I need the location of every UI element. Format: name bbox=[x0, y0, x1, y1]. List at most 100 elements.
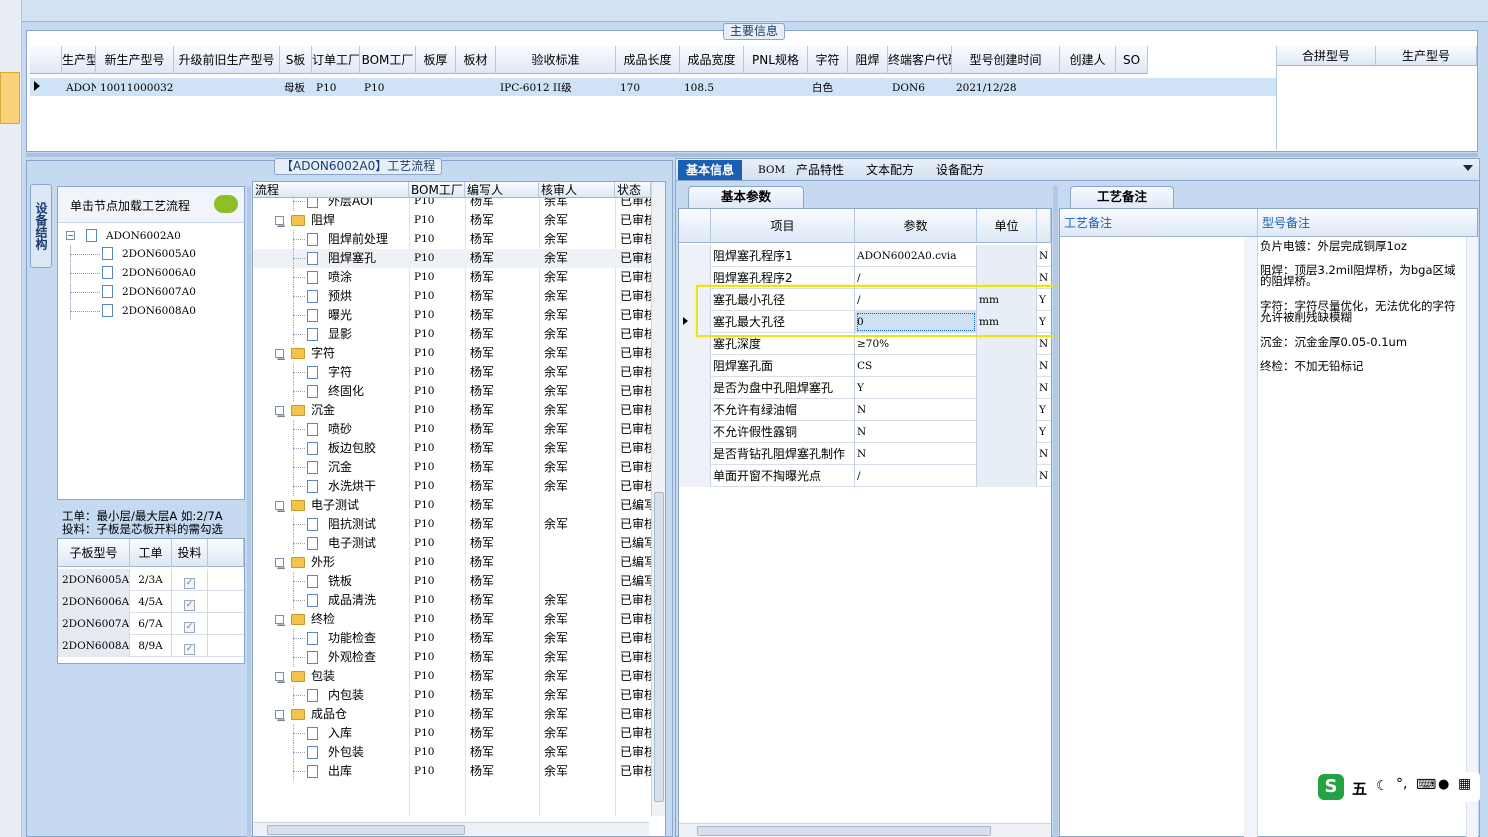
table-row[interactable]: 2DON6008A0 8/9A ✓ bbox=[58, 635, 244, 657]
collapse-icon[interactable]: − bbox=[66, 231, 75, 240]
flow-row[interactable]: 喷砂 P10 杨军 余军 已审核 bbox=[253, 420, 651, 439]
sub-order-cell[interactable]: 8/9A bbox=[130, 635, 172, 657]
main-cell[interactable]: P10 bbox=[316, 81, 360, 95]
main-col-header[interactable]: 阻焊 bbox=[848, 46, 888, 74]
sub-order-cell[interactable]: 4/5A bbox=[130, 591, 172, 613]
sub-col-header[interactable]: 投料 bbox=[172, 539, 208, 567]
flow-row[interactable]: − 终检 P10 杨军 余军 已审核 bbox=[253, 610, 651, 632]
flow-row[interactable]: 出库 P10 杨军 余军 已审核 bbox=[253, 762, 651, 781]
side-tab-device-structure[interactable]: 设备结构 bbox=[30, 184, 52, 268]
table-row[interactable]: 不允许假性露铜 N Y bbox=[679, 421, 1051, 443]
main-col-header[interactable]: 成品长度 bbox=[616, 46, 680, 74]
params-col-header[interactable]: 参数 bbox=[855, 209, 977, 243]
punct-icon[interactable]: °, bbox=[1396, 776, 1407, 792]
sub-model-cell[interactable]: 2DON6005A0 bbox=[58, 569, 130, 591]
main-col-header[interactable]: 生产型号 bbox=[62, 46, 96, 74]
flow-row[interactable]: 外层AOI P10 杨军 余军 已审核 bbox=[253, 198, 651, 211]
sub-order-cell[interactable]: 2/3A bbox=[130, 569, 172, 591]
moon-icon[interactable]: ☾ bbox=[1376, 778, 1389, 794]
ime-mode-label[interactable]: 五 bbox=[1352, 778, 1367, 799]
table-row[interactable]: 2DON6007A0 6/7A ✓ bbox=[58, 613, 244, 635]
params-col-header[interactable]: 项目 bbox=[711, 209, 855, 243]
flow-row[interactable]: − 包装 P10 杨军 余军 已审核 bbox=[253, 667, 651, 689]
grid-icon[interactable]: ▦ bbox=[1458, 776, 1471, 792]
table-row[interactable]: 单面开窗不掏曝光点 / N bbox=[679, 465, 1051, 487]
feed-checkbox-cell[interactable]: ✓ bbox=[172, 613, 208, 635]
flow-row[interactable]: 阻焊塞孔 P10 杨军 余军 已审核 bbox=[253, 249, 651, 268]
params-hscrollbar[interactable] bbox=[679, 823, 1051, 837]
collapse-icon[interactable]: − bbox=[275, 710, 286, 727]
main-cell[interactable]: 170 bbox=[620, 81, 680, 95]
flow-row[interactable]: − 电子测试 P10 杨军 已编写 bbox=[253, 496, 651, 518]
collapse-icon[interactable]: − bbox=[275, 615, 286, 632]
remarks-col-header[interactable]: 型号备注 bbox=[1258, 209, 1477, 237]
param-value-cell[interactable]: N bbox=[855, 399, 977, 421]
main-col-header[interactable]: 成品宽度 bbox=[680, 46, 744, 74]
table-row[interactable]: 阻焊塞孔程序1 ADON6002A0.cvia N bbox=[679, 245, 1051, 267]
flow-row[interactable]: − 外形 P10 杨军 已编写 bbox=[253, 553, 651, 575]
tree-node[interactable]: 2DON6006A0 bbox=[66, 264, 236, 282]
param-value-cell[interactable]: N bbox=[855, 443, 977, 465]
collapse-icon[interactable]: − bbox=[275, 672, 286, 689]
main-col-header[interactable]: PNL规格 bbox=[744, 46, 808, 74]
table-row[interactable]: 2DON6006A0 4/5A ✓ bbox=[58, 591, 244, 613]
flow-hscrollbar[interactable] bbox=[253, 822, 649, 836]
flow-row[interactable]: 内包装 P10 杨军 余军 已审核 bbox=[253, 686, 651, 705]
collapse-icon[interactable]: − bbox=[275, 406, 286, 423]
checkbox[interactable]: ✓ bbox=[184, 644, 195, 655]
main-col-header[interactable]: 板厚 bbox=[416, 46, 456, 74]
scroll-thumb[interactable] bbox=[654, 492, 664, 802]
remarks-tab[interactable]: 工艺备注 bbox=[1070, 186, 1174, 208]
sub-model-cell[interactable]: 2DON6008A0 bbox=[58, 635, 130, 657]
main-cell[interactable]: 白色 bbox=[812, 81, 848, 95]
flow-row[interactable]: 显影 P10 杨军 余军 已审核 bbox=[253, 325, 651, 344]
flow-row[interactable]: 铣板 P10 杨军 已编写 bbox=[253, 572, 651, 591]
tab-3[interactable]: 文本配方 bbox=[858, 160, 922, 180]
sub-col-header[interactable]: 子板型号 bbox=[58, 539, 130, 567]
checkbox[interactable]: ✓ bbox=[184, 578, 195, 589]
flow-col-header[interactable]: BOM工厂 bbox=[409, 182, 465, 198]
tab-2[interactable]: 产品特性 bbox=[788, 160, 852, 180]
flow-row[interactable]: 成品清洗 P10 杨军 余军 已审核 bbox=[253, 591, 651, 610]
flow-col-header[interactable]: 流程 bbox=[253, 182, 409, 198]
model-remarks-area[interactable]: 负片电镀：外层完成铜厚1oz 阻焊：顶层3.2mil阻焊桥，为bga区域的阻焊桥。… bbox=[1258, 237, 1466, 837]
process-remarks-area[interactable] bbox=[1060, 237, 1258, 837]
flow-row[interactable]: − 沉金 P10 杨军 余军 已审核 bbox=[253, 401, 651, 423]
main-cell[interactable]: DON6 bbox=[892, 81, 952, 95]
sub-model-cell[interactable]: 2DON6006A0 bbox=[58, 591, 130, 613]
chat-bubble-icon[interactable] bbox=[214, 195, 238, 213]
tree-node[interactable]: 2DON6007A0 bbox=[66, 283, 236, 301]
flow-row[interactable]: 预烘 P10 杨军 余军 已审核 bbox=[253, 287, 651, 306]
flow-vscrollbar[interactable] bbox=[651, 182, 665, 816]
flow-row[interactable]: 终固化 P10 杨军 余军 已审核 bbox=[253, 382, 651, 401]
remarks-col-header[interactable]: 工艺备注 bbox=[1060, 209, 1258, 237]
tab-4[interactable]: 设备配方 bbox=[928, 160, 992, 180]
main-col-header[interactable]: 升级前旧生产型号 bbox=[174, 46, 280, 74]
table-row[interactable]: 不允许有绿油帽 N Y bbox=[679, 399, 1051, 421]
param-value-cell[interactable]: ADON6002A0.cvia bbox=[855, 245, 977, 267]
param-value-cell[interactable]: CS bbox=[855, 355, 977, 377]
main-col-header[interactable]: BOM工厂 bbox=[360, 46, 416, 74]
vertical-splitter[interactable] bbox=[247, 186, 251, 837]
flow-row[interactable]: − 阻焊 P10 杨军 余军 已审核 bbox=[253, 211, 651, 233]
param-value-cell[interactable]: / bbox=[855, 465, 977, 487]
flow-col-header[interactable]: 编写人 bbox=[465, 182, 539, 198]
flow-row[interactable]: 入库 P10 杨军 余军 已审核 bbox=[253, 724, 651, 743]
flow-row[interactable]: 外观检查 P10 杨军 余军 已审核 bbox=[253, 648, 651, 667]
main-col-header[interactable]: 板材 bbox=[456, 46, 496, 74]
table-row[interactable]: 2DON6005A0 2/3A ✓ bbox=[58, 569, 244, 591]
merge-col-header[interactable]: 生产型号 bbox=[1376, 46, 1477, 66]
tab-1[interactable]: BOM bbox=[750, 160, 793, 180]
table-row[interactable]: ADON6002A0 10011000032607 母板 P10 P10 IPC-6012… bbox=[30, 78, 1276, 96]
dropdown-arrow-icon[interactable] bbox=[1463, 165, 1473, 171]
main-cell[interactable]: P10 bbox=[364, 81, 416, 95]
feed-checkbox-cell[interactable]: ✓ bbox=[172, 591, 208, 613]
main-col-header[interactable]: SO bbox=[1116, 46, 1148, 74]
main-col-header[interactable]: 新生产型号 bbox=[96, 46, 174, 74]
left-gutter-tab[interactable] bbox=[0, 72, 20, 124]
flow-row[interactable]: 阻抗测试 P10 杨军 余军 已审核 bbox=[253, 515, 651, 534]
flow-row[interactable]: 沉金 P10 杨军 余军 已审核 bbox=[253, 458, 651, 477]
table-row[interactable]: 阻焊塞孔面 CS N bbox=[679, 355, 1051, 377]
params-tab[interactable]: 基本参数 bbox=[688, 186, 804, 208]
flow-row[interactable]: − 字符 P10 杨军 余军 已审核 bbox=[253, 344, 651, 366]
